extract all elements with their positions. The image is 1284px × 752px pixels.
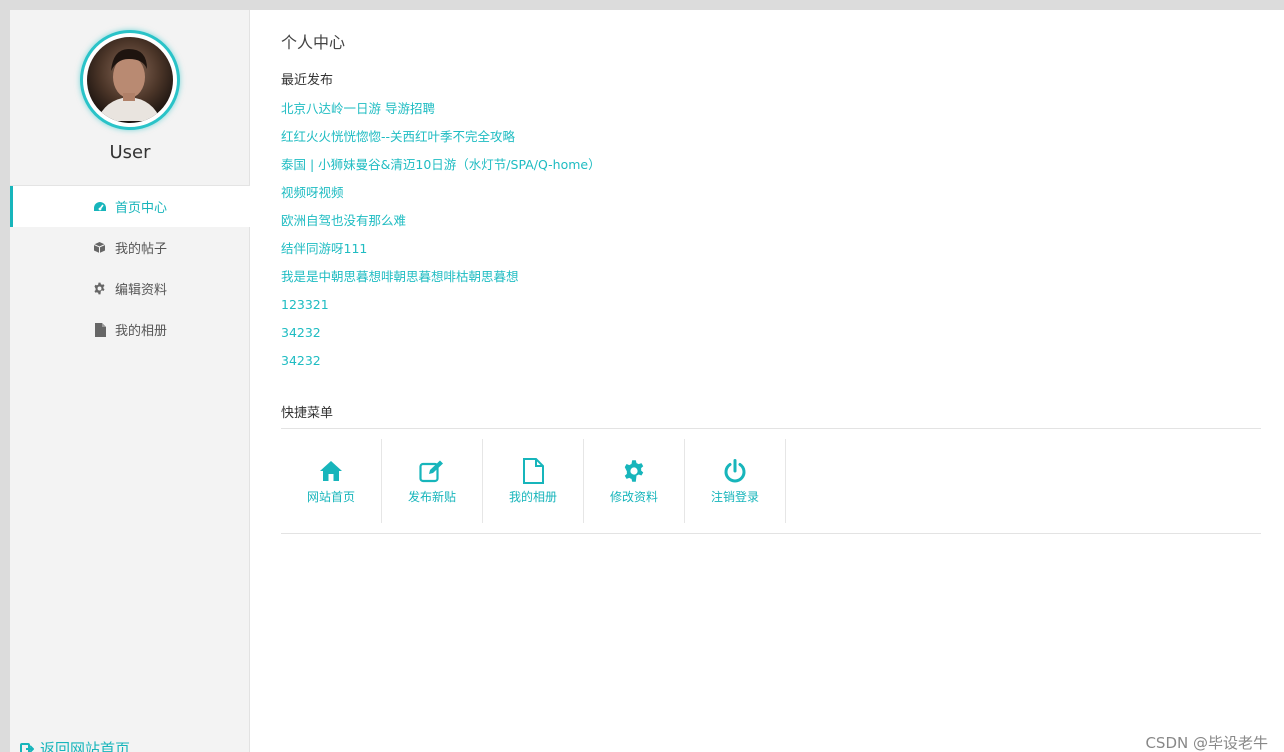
username: User	[109, 142, 151, 163]
gear-icon	[621, 458, 647, 484]
user-portrait-icon	[97, 49, 161, 121]
sidebar-nav: 首页中心 我的帖子 编辑资料 我的相册	[10, 185, 250, 350]
divider	[281, 533, 1261, 534]
list-item[interactable]: 结伴同游呀111	[281, 240, 1081, 268]
sidebar-item-home-center[interactable]: 首页中心	[10, 186, 250, 227]
quick-logout-button[interactable]: 注销登录	[685, 439, 786, 523]
gear-icon	[93, 282, 107, 296]
quick-edit-profile-label: 修改资料	[609, 489, 658, 504]
quick-menu: 网站首页 发布新贴 我的相册 修改资料 注销登录	[281, 439, 786, 523]
quick-edit-profile-button[interactable]: 修改资料	[584, 439, 685, 523]
sidebar: User 首页中心 我的帖子 编辑资料 我的相册 返回网站首页	[10, 10, 250, 752]
app-frame: User 首页中心 我的帖子 编辑资料 我的相册 返回网站首页 个人中心 最近发…	[10, 10, 1284, 752]
page-title: 个人中心	[281, 33, 346, 52]
sidebar-item-my-album[interactable]: 我的相册	[10, 309, 250, 350]
list-item[interactable]: 123321	[281, 296, 1081, 324]
cube-icon	[93, 241, 107, 255]
list-item[interactable]: 欧洲自驾也没有那么难	[281, 212, 1081, 240]
edit-icon	[419, 458, 445, 484]
back-link-label: 返回网站首页	[40, 740, 131, 752]
quick-logout-label: 注销登录	[710, 489, 759, 504]
quick-home-label: 网站首页	[306, 489, 355, 504]
divider	[281, 428, 1261, 429]
sidebar-item-edit-profile[interactable]: 编辑资料	[10, 268, 250, 309]
list-item[interactable]: 视频呀视频	[281, 184, 1081, 212]
home-icon	[318, 458, 344, 484]
sidebar-item-label: 首页中心	[114, 201, 167, 216]
list-item[interactable]: 我是是中朝思暮想啡朝思暮想啡枯朝思暮想	[281, 268, 1081, 296]
list-item[interactable]: 泰国 | 小狮妹曼谷&清迈10日游（水灯节/SPA/Q-home）	[281, 156, 1081, 184]
sidebar-item-label: 我的帖子	[114, 242, 167, 257]
list-item[interactable]: 34232	[281, 352, 1081, 380]
back-to-site-link[interactable]: 返回网站首页	[20, 738, 130, 752]
quick-album-label: 我的相册	[508, 489, 557, 504]
watermark: CSDN @毕设老牛	[1145, 734, 1268, 752]
recent-posts-list: 北京八达岭一日游 导游招聘 红红火火恍恍惚惚--关西红叶季不完全攻略 泰国 | …	[281, 100, 1081, 380]
list-item[interactable]: 北京八达岭一日游 导游招聘	[281, 100, 1081, 128]
sign-out-icon	[20, 742, 34, 752]
avatar[interactable]	[87, 37, 173, 123]
quick-new-post-label: 发布新贴	[407, 489, 456, 504]
quick-menu-heading: 快捷菜单	[281, 406, 334, 421]
file-icon	[520, 457, 546, 484]
list-item[interactable]: 34232	[281, 324, 1081, 352]
recent-posts-heading: 最近发布	[281, 73, 334, 88]
power-icon	[722, 458, 748, 484]
quick-new-post-button[interactable]: 发布新贴	[382, 439, 483, 523]
list-item[interactable]: 红红火火恍恍惚惚--关西红叶季不完全攻略	[281, 128, 1081, 156]
quick-album-button[interactable]: 我的相册	[483, 439, 584, 523]
dashboard-icon	[93, 200, 107, 214]
sidebar-item-my-posts[interactable]: 我的帖子	[10, 227, 250, 268]
file-icon	[93, 322, 107, 337]
sidebar-item-label: 我的相册	[114, 324, 167, 339]
sidebar-item-label: 编辑资料	[114, 283, 167, 298]
avatar-ring	[80, 30, 180, 130]
quick-home-button[interactable]: 网站首页	[281, 439, 382, 523]
